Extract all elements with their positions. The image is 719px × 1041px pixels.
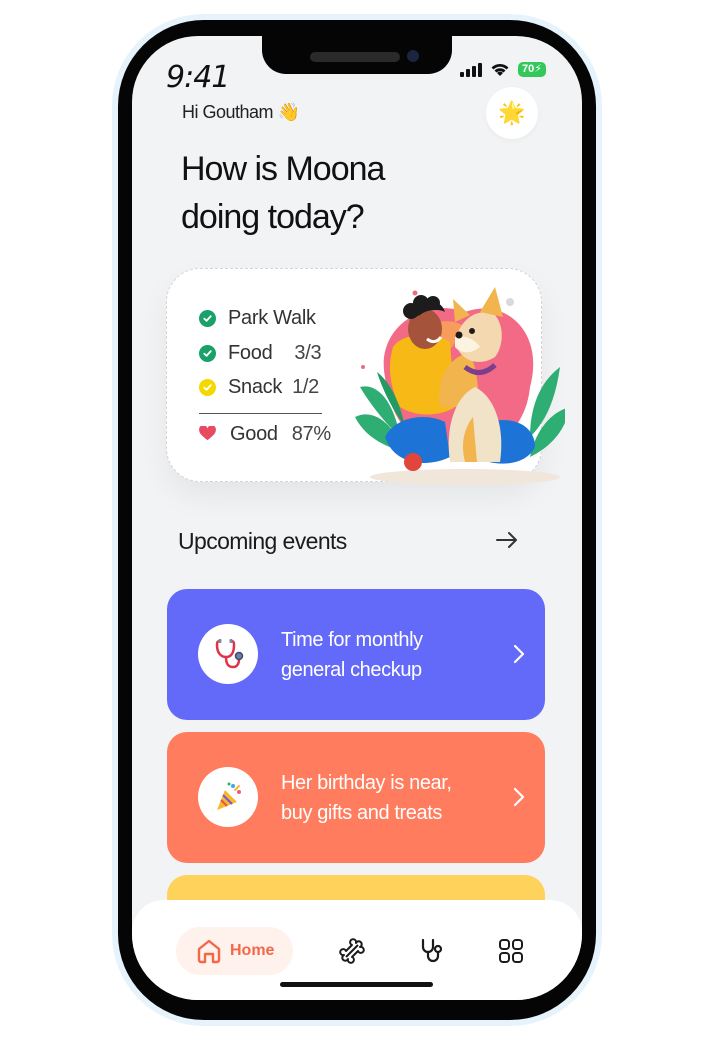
stat-label: Park Walk [228,307,316,329]
signal-icon [460,62,482,77]
stat-label: Snack [228,376,283,398]
arrow-right-icon[interactable] [494,528,520,552]
status-icons: 70⚡ [460,62,546,77]
page-title-line-2: doing today? [181,198,365,236]
star-icon: 🌟 [498,100,526,125]
event-text-line: buy gifts and treats [281,802,442,824]
battery-level: 70 [522,63,535,75]
page-title: How is Moona doing today? [181,145,481,241]
greeting: Hi Goutham 👋 [182,102,300,123]
event-text-line: Her birthday is near, [281,772,452,794]
stat-value: 3/3 [294,342,322,364]
stethoscope-tab-icon[interactable] [416,936,446,966]
grid-menu-icon[interactable] [496,936,526,966]
chevron-right-icon [513,644,525,664]
stat-row-park-walk: Park Walk [199,307,316,330]
home-indicator[interactable] [280,982,433,987]
wifi-icon [491,63,509,76]
section-title-upcoming-events: Upcoming events [178,528,347,554]
profile-avatar-button[interactable]: 🌟 [486,87,538,139]
person-with-dog-illustration [355,287,565,485]
stat-row-food: Food 3/3 [199,342,322,365]
heart-icon [199,426,216,443]
chevron-right-icon [513,787,525,807]
waving-hand-icon: 👋 [277,102,300,122]
check-circle-partial-icon [199,379,216,396]
event-card-checkup[interactable]: Time for monthly general checkup [167,589,545,720]
event-text-line: Time for monthly [281,629,423,651]
mood-value: 87% [291,423,331,445]
notch-speaker [310,52,400,62]
mood-label: Good [230,423,278,445]
event-card-birthday[interactable]: Her birthday is near, buy gifts and trea… [167,732,545,863]
event-text-line: general checkup [281,659,422,681]
check-circle-icon [199,310,216,327]
stat-label: Food [228,342,273,364]
stat-value: 1/2 [292,376,319,398]
greeting-text: Hi Goutham [182,102,274,122]
status-time: 9:41 [166,60,230,95]
daily-stats-card[interactable]: Park Walk Food 3/3 Snack 1/2 Good 87% [166,268,565,485]
page-title-line-1: How is Moona [181,150,385,188]
party-popper-icon [198,767,258,827]
stat-row-snack: Snack 1/2 [199,376,319,399]
tab-home[interactable]: Home [176,927,293,975]
event-text: Her birthday is near, buy gifts and trea… [281,768,491,828]
stats-divider [199,413,322,414]
stethoscope-icon [198,624,258,684]
battery-indicator: 70⚡ [518,62,546,77]
tab-home-label: Home [230,942,275,959]
event-text: Time for monthly general checkup [281,625,491,685]
stat-row-mood: Good 87% [199,423,331,446]
check-circle-icon [199,345,216,362]
bone-icon[interactable] [337,936,367,966]
home-icon [197,939,221,964]
front-camera [407,50,419,62]
